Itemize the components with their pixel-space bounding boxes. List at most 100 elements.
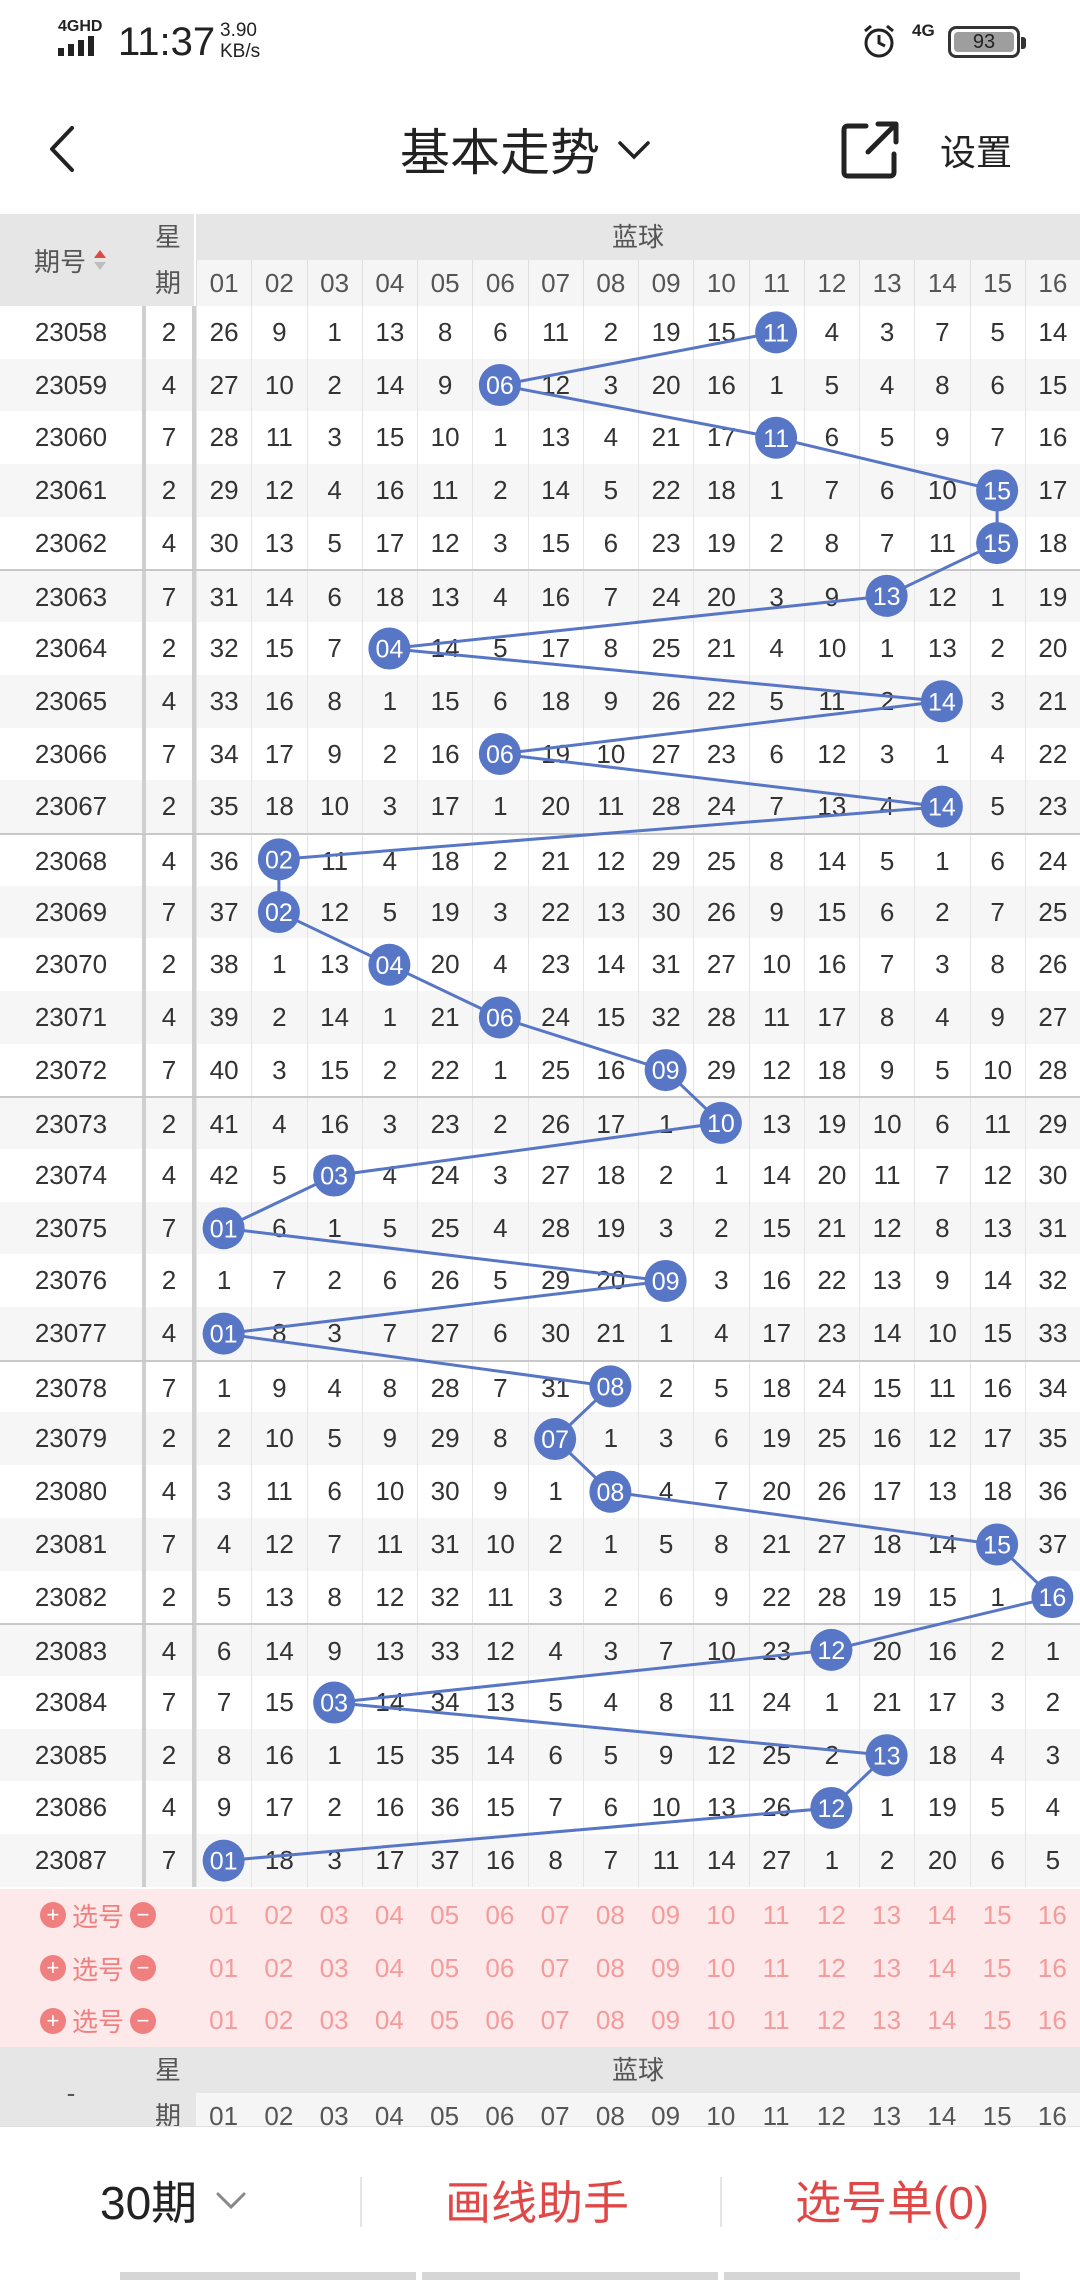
number-cell: 14 [361, 1675, 417, 1729]
share-icon[interactable] [838, 116, 904, 182]
minus-icon[interactable]: − [130, 1955, 156, 1982]
draw-helper-button[interactable]: 画线助手 [445, 2167, 629, 2233]
pick-number[interactable]: 05 [417, 1889, 472, 1942]
pick-number[interactable]: 09 [638, 1889, 693, 1942]
pick-number[interactable]: 04 [362, 1889, 417, 1942]
pick-number[interactable]: 15 [970, 1889, 1025, 1942]
number-cell: 33 [196, 674, 251, 728]
number-cell: 3 [361, 1098, 417, 1149]
pick-number[interactable]: 11 [749, 1994, 804, 2047]
table-row: 23058 2 26 9 1 13 8 6 11 2 19 15 4 3 7 5 14 [0, 306, 1080, 359]
number-cell: 21 [859, 1675, 914, 1729]
pick-number[interactable]: 03 [307, 1942, 362, 1995]
pick-number[interactable]: 16 [1025, 1942, 1080, 1995]
pick-number[interactable]: 07 [528, 1942, 583, 1995]
number-cell: 18 [748, 1361, 804, 1413]
pick-number[interactable]: 01 [196, 1994, 251, 2047]
number-cell: 21 [582, 1307, 638, 1360]
pick-number[interactable]: 03 [307, 1889, 362, 1942]
number-cell: 10 [803, 622, 859, 675]
minus-icon[interactable]: − [130, 1902, 156, 1929]
number-cell: 14 [361, 358, 417, 412]
number-cell: 6 [693, 1412, 748, 1466]
pick-number[interactable]: 04 [362, 1994, 417, 2047]
number-cell: 3 [693, 1254, 748, 1308]
number-cell: 5 [472, 622, 527, 675]
pick-number[interactable]: 01 [196, 1942, 251, 1995]
pick-number[interactable]: 10 [693, 1994, 748, 2047]
back-arrow-icon[interactable] [30, 114, 100, 184]
title-dropdown[interactable]: 基本走势 [400, 114, 654, 184]
number-cell: 14 [859, 1307, 914, 1360]
number-cell: 9 [638, 1728, 693, 1782]
pick-number[interactable]: 15 [970, 1994, 1025, 2047]
plus-icon[interactable]: + [39, 2007, 66, 2034]
pick-number[interactable]: 07 [528, 1994, 583, 2047]
settings-button[interactable]: 设置 [940, 124, 1012, 176]
pick-number[interactable]: 03 [307, 1994, 362, 2047]
pick-number[interactable]: 04 [362, 1942, 417, 1995]
number-cell: 17 [361, 1833, 417, 1887]
period-header[interactable]: 期号 [0, 214, 142, 306]
pick-number[interactable]: 12 [804, 1994, 859, 2047]
number-cell: 5 [693, 1361, 748, 1413]
pick-number[interactable]: 15 [970, 1942, 1025, 1995]
number-cell: 23 [1024, 780, 1080, 833]
period-count-dropdown[interactable]: 30期 [100, 2167, 249, 2233]
number-cell: 10 [693, 1625, 748, 1676]
pick-number[interactable]: 14 [914, 1942, 969, 1995]
pick-number[interactable]: 06 [472, 1889, 527, 1942]
period-cell: 23086 [34, 1792, 108, 1823]
pick-number[interactable]: 12 [804, 1889, 859, 1942]
pick-number[interactable]: 08 [583, 1994, 638, 2047]
number-cell: 28 [527, 1201, 583, 1255]
pick-number[interactable]: 07 [528, 1889, 583, 1942]
number-cell: 6 [582, 1781, 638, 1834]
number-cell: 1 [196, 1361, 251, 1413]
pick-number[interactable]: 11 [749, 1942, 804, 1995]
plus-icon[interactable]: + [39, 1902, 66, 1929]
pick-row: + 选号 −01 02 03 04 05 06 07 08 09 10 11 12 13 14 15 16 [0, 1994, 1080, 2047]
pick-number[interactable]: 11 [749, 1889, 804, 1942]
pick-number[interactable]: 02 [251, 1994, 306, 2047]
pick-number[interactable]: 16 [1025, 1994, 1080, 2047]
pick-number[interactable]: 01 [196, 1889, 251, 1942]
pick-number[interactable]: 10 [693, 1889, 748, 1942]
pick-numbers: 01 02 03 04 05 06 07 08 09 10 11 12 13 14 15 16 [196, 1994, 1080, 2047]
plus-icon[interactable]: + [39, 1955, 66, 1982]
pick-number[interactable]: 05 [417, 1994, 472, 2047]
pick-number[interactable]: 09 [638, 1942, 693, 1995]
pick-number[interactable]: 02 [251, 1889, 306, 1942]
number-cells: 39 2 14 1 21 24 15 32 28 11 17 8 4 9 27 [196, 990, 1080, 1044]
number-cell: 14 [527, 464, 583, 517]
pick-number[interactable]: 10 [693, 1942, 748, 1995]
pick-number[interactable]: 06 [472, 1942, 527, 1995]
number-header-09: 09 [638, 260, 693, 306]
pick-label: 选号 [71, 1901, 124, 1932]
number-cell: 20 [803, 1149, 859, 1202]
pick-list-button[interactable]: 选号单(0) [795, 2167, 989, 2233]
number-cell: 10 [969, 1043, 1025, 1097]
pick-number[interactable]: 13 [859, 1889, 914, 1942]
number-cell: 19 [859, 1570, 914, 1624]
pick-number[interactable]: 05 [417, 1942, 472, 1995]
number-cell: 21 [638, 411, 693, 465]
pick-number[interactable]: 14 [914, 1994, 969, 2047]
number-cell [582, 1465, 638, 1518]
pick-number[interactable]: 12 [804, 1942, 859, 1995]
pick-number[interactable]: 13 [859, 1994, 914, 2047]
minus-icon[interactable]: − [130, 2007, 156, 2034]
number-cell: 35 [417, 1728, 472, 1782]
pick-number[interactable]: 13 [859, 1942, 914, 1995]
number-cell: 4 [472, 571, 527, 623]
network-right: 4G [912, 21, 935, 40]
number-cell: 6 [306, 571, 362, 623]
pick-number[interactable]: 06 [472, 1994, 527, 2047]
number-cell: 3 [914, 938, 969, 991]
pick-number[interactable]: 16 [1025, 1889, 1080, 1942]
pick-number[interactable]: 14 [914, 1889, 969, 1942]
pick-number[interactable]: 02 [251, 1942, 306, 1995]
pick-number[interactable]: 09 [638, 1994, 693, 2047]
pick-number[interactable]: 08 [583, 1889, 638, 1942]
pick-number[interactable]: 08 [583, 1942, 638, 1995]
